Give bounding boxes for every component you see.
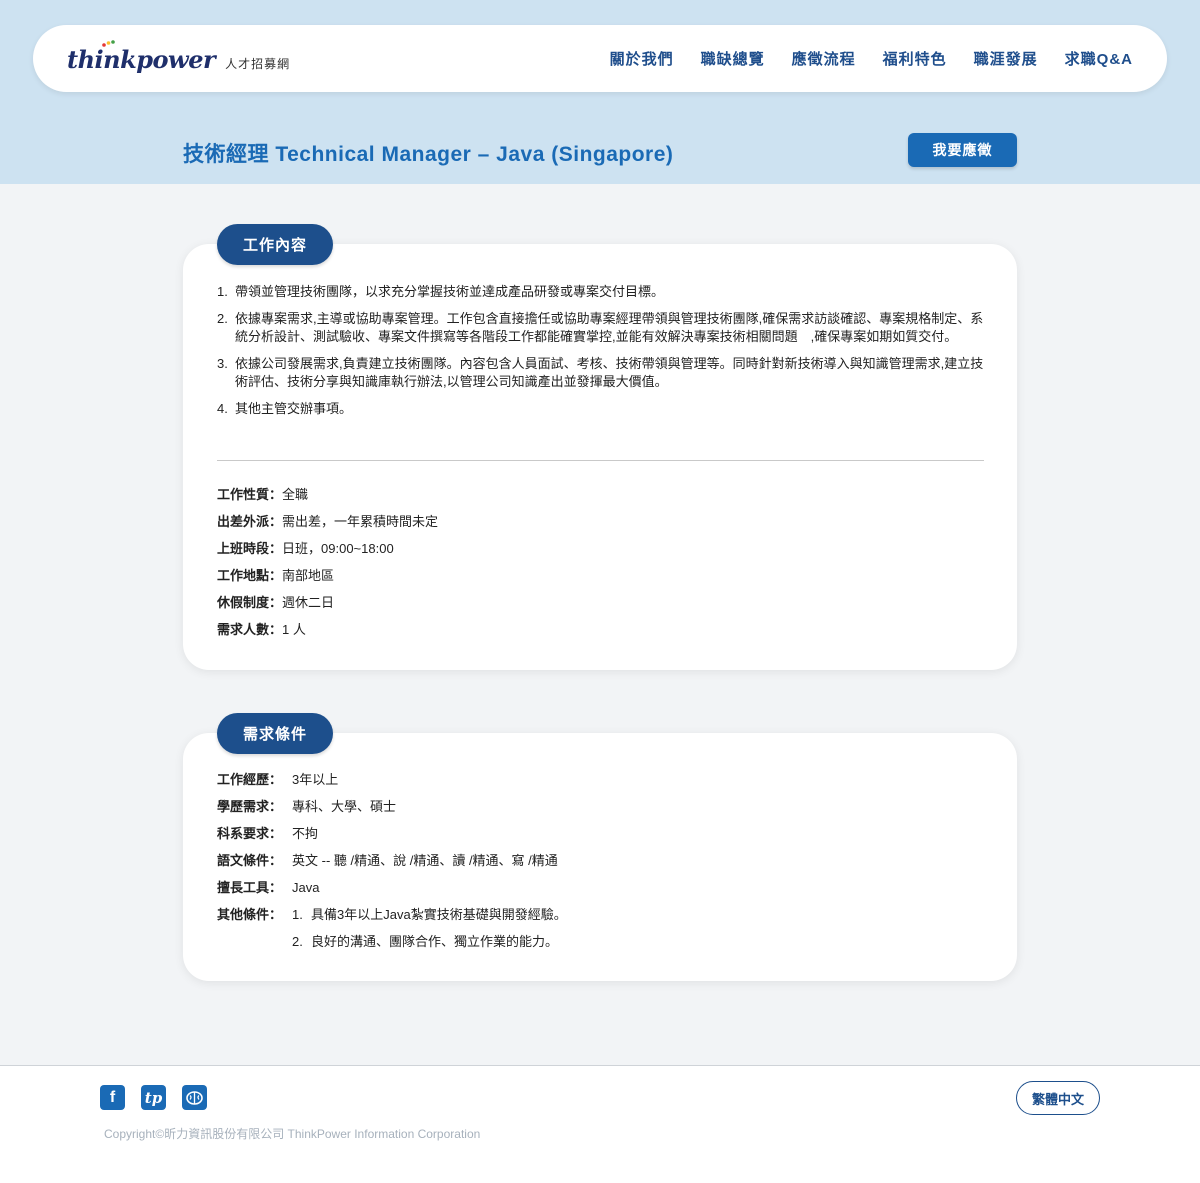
logo-wordmark: thinkpower — [67, 45, 216, 74]
requirements-tab: 需求條件 — [217, 713, 333, 754]
job-info-list: 工作性質：全職 出差外派：需出差，一年累積時間未定 上班時段：日班，09:00~… — [217, 486, 438, 648]
nav-process[interactable]: 應徵流程 — [792, 48, 856, 69]
req-row-language: 語文條件： 英文 -- 聽 /精通、說 /精通、讀 /精通、寫 /精通 — [217, 853, 558, 868]
req-row-experience: 工作經歷： 3年以上 — [217, 772, 339, 787]
social-links: f tp — [100, 1085, 207, 1110]
section-divider — [217, 460, 984, 461]
language-button[interactable]: 繁體中文 — [1016, 1081, 1100, 1115]
job-title: 技術經理 Technical Manager – Java (Singapore… — [183, 143, 674, 166]
info-row-leave: 休假制度：週休二日 — [217, 595, 335, 610]
req-row-other: 其他條件： 1. 具備3年以上Java紮實技術基礎與開發經驗。 2. 良好的溝通、團… — [217, 906, 567, 960]
duty-item: 1. 帶領並管理技術團隊，以求充分掌握技術並達成產品研發或專案交付目標。 — [217, 284, 665, 299]
nav-career[interactable]: 職涯發展 — [974, 48, 1038, 69]
top-navbar: thinkpower 人才招募網 關於我們 職缺總覽 應徵流程 福利特色 職涯發… — [33, 25, 1167, 92]
other-requirements-list: 1. 具備3年以上Java紮實技術基礎與開發經驗。 2. 良好的溝通、團隊合作、獨立… — [292, 906, 567, 960]
thinkpower-icon[interactable]: tp — [141, 1085, 166, 1110]
info-row-hours: 上班時段：日班，09:00~18:00 — [217, 541, 394, 556]
nav-benefits[interactable]: 福利特色 — [883, 48, 947, 69]
logo-subtitle: 人才招募網 — [225, 57, 291, 71]
main-nav: 關於我們 職缺總覽 應徵流程 福利特色 職涯發展 求職Q&A — [610, 48, 1133, 69]
nav-faq[interactable]: 求職Q&A — [1065, 48, 1133, 69]
nav-jobs[interactable]: 職缺總覽 — [701, 48, 765, 69]
facebook-icon[interactable]: f — [100, 1085, 125, 1110]
info-row-location: 工作地點：南部地區 — [217, 568, 335, 583]
req-row-tools: 擅長工具： Java — [217, 880, 320, 895]
job-content-tab: 工作內容 — [217, 224, 333, 265]
nav-about[interactable]: 關於我們 — [610, 48, 674, 69]
brain-icon[interactable] — [182, 1085, 207, 1110]
other-requirement-item: 2. 良好的溝通、團隊合作、獨立作業的能力。 — [292, 934, 559, 949]
req-row-major: 科系要求： 不拘 — [217, 826, 319, 841]
other-requirement-item: 1. 具備3年以上Java紮實技術基礎與開發經驗。 — [292, 907, 567, 922]
copyright-text: Copyright©昕力資訊股份有限公司 ThinkPower Informat… — [104, 1127, 481, 1141]
duty-item: 4. 其他主管交辦事項。 — [217, 401, 353, 416]
requirements-list: 工作經歷： 3年以上 學歷需求： 專科、大學、碩士 科系要求： 不拘 語文條件： 英文 … — [217, 771, 567, 960]
logo-dots-icon — [102, 40, 115, 47]
duty-item: 3. 依據公司發展需求,負責建立技術團隊。內容包含人員面試、考核、技術帶領與管理等… — [217, 356, 984, 389]
duty-item: 2. 依據專案需求,主導或協助專案管理。工作包含直接擔任或協助專案經理帶領與管理技… — [217, 311, 984, 344]
apply-button[interactable]: 我要應徵 — [908, 133, 1017, 167]
logo[interactable]: thinkpower 人才招募網 — [67, 40, 291, 74]
info-row-type: 工作性質：全職 — [217, 487, 309, 502]
info-row-travel: 出差外派：需出差，一年累積時間未定 — [217, 514, 439, 529]
info-row-headcount: 需求人數：1 人 — [217, 622, 306, 637]
duties-list: 1. 帶領並管理技術團隊，以求充分掌握技術並達成產品研發或專案交付目標。 2. 依據… — [217, 283, 987, 427]
req-row-education: 學歷需求： 專科、大學、碩士 — [217, 799, 397, 814]
